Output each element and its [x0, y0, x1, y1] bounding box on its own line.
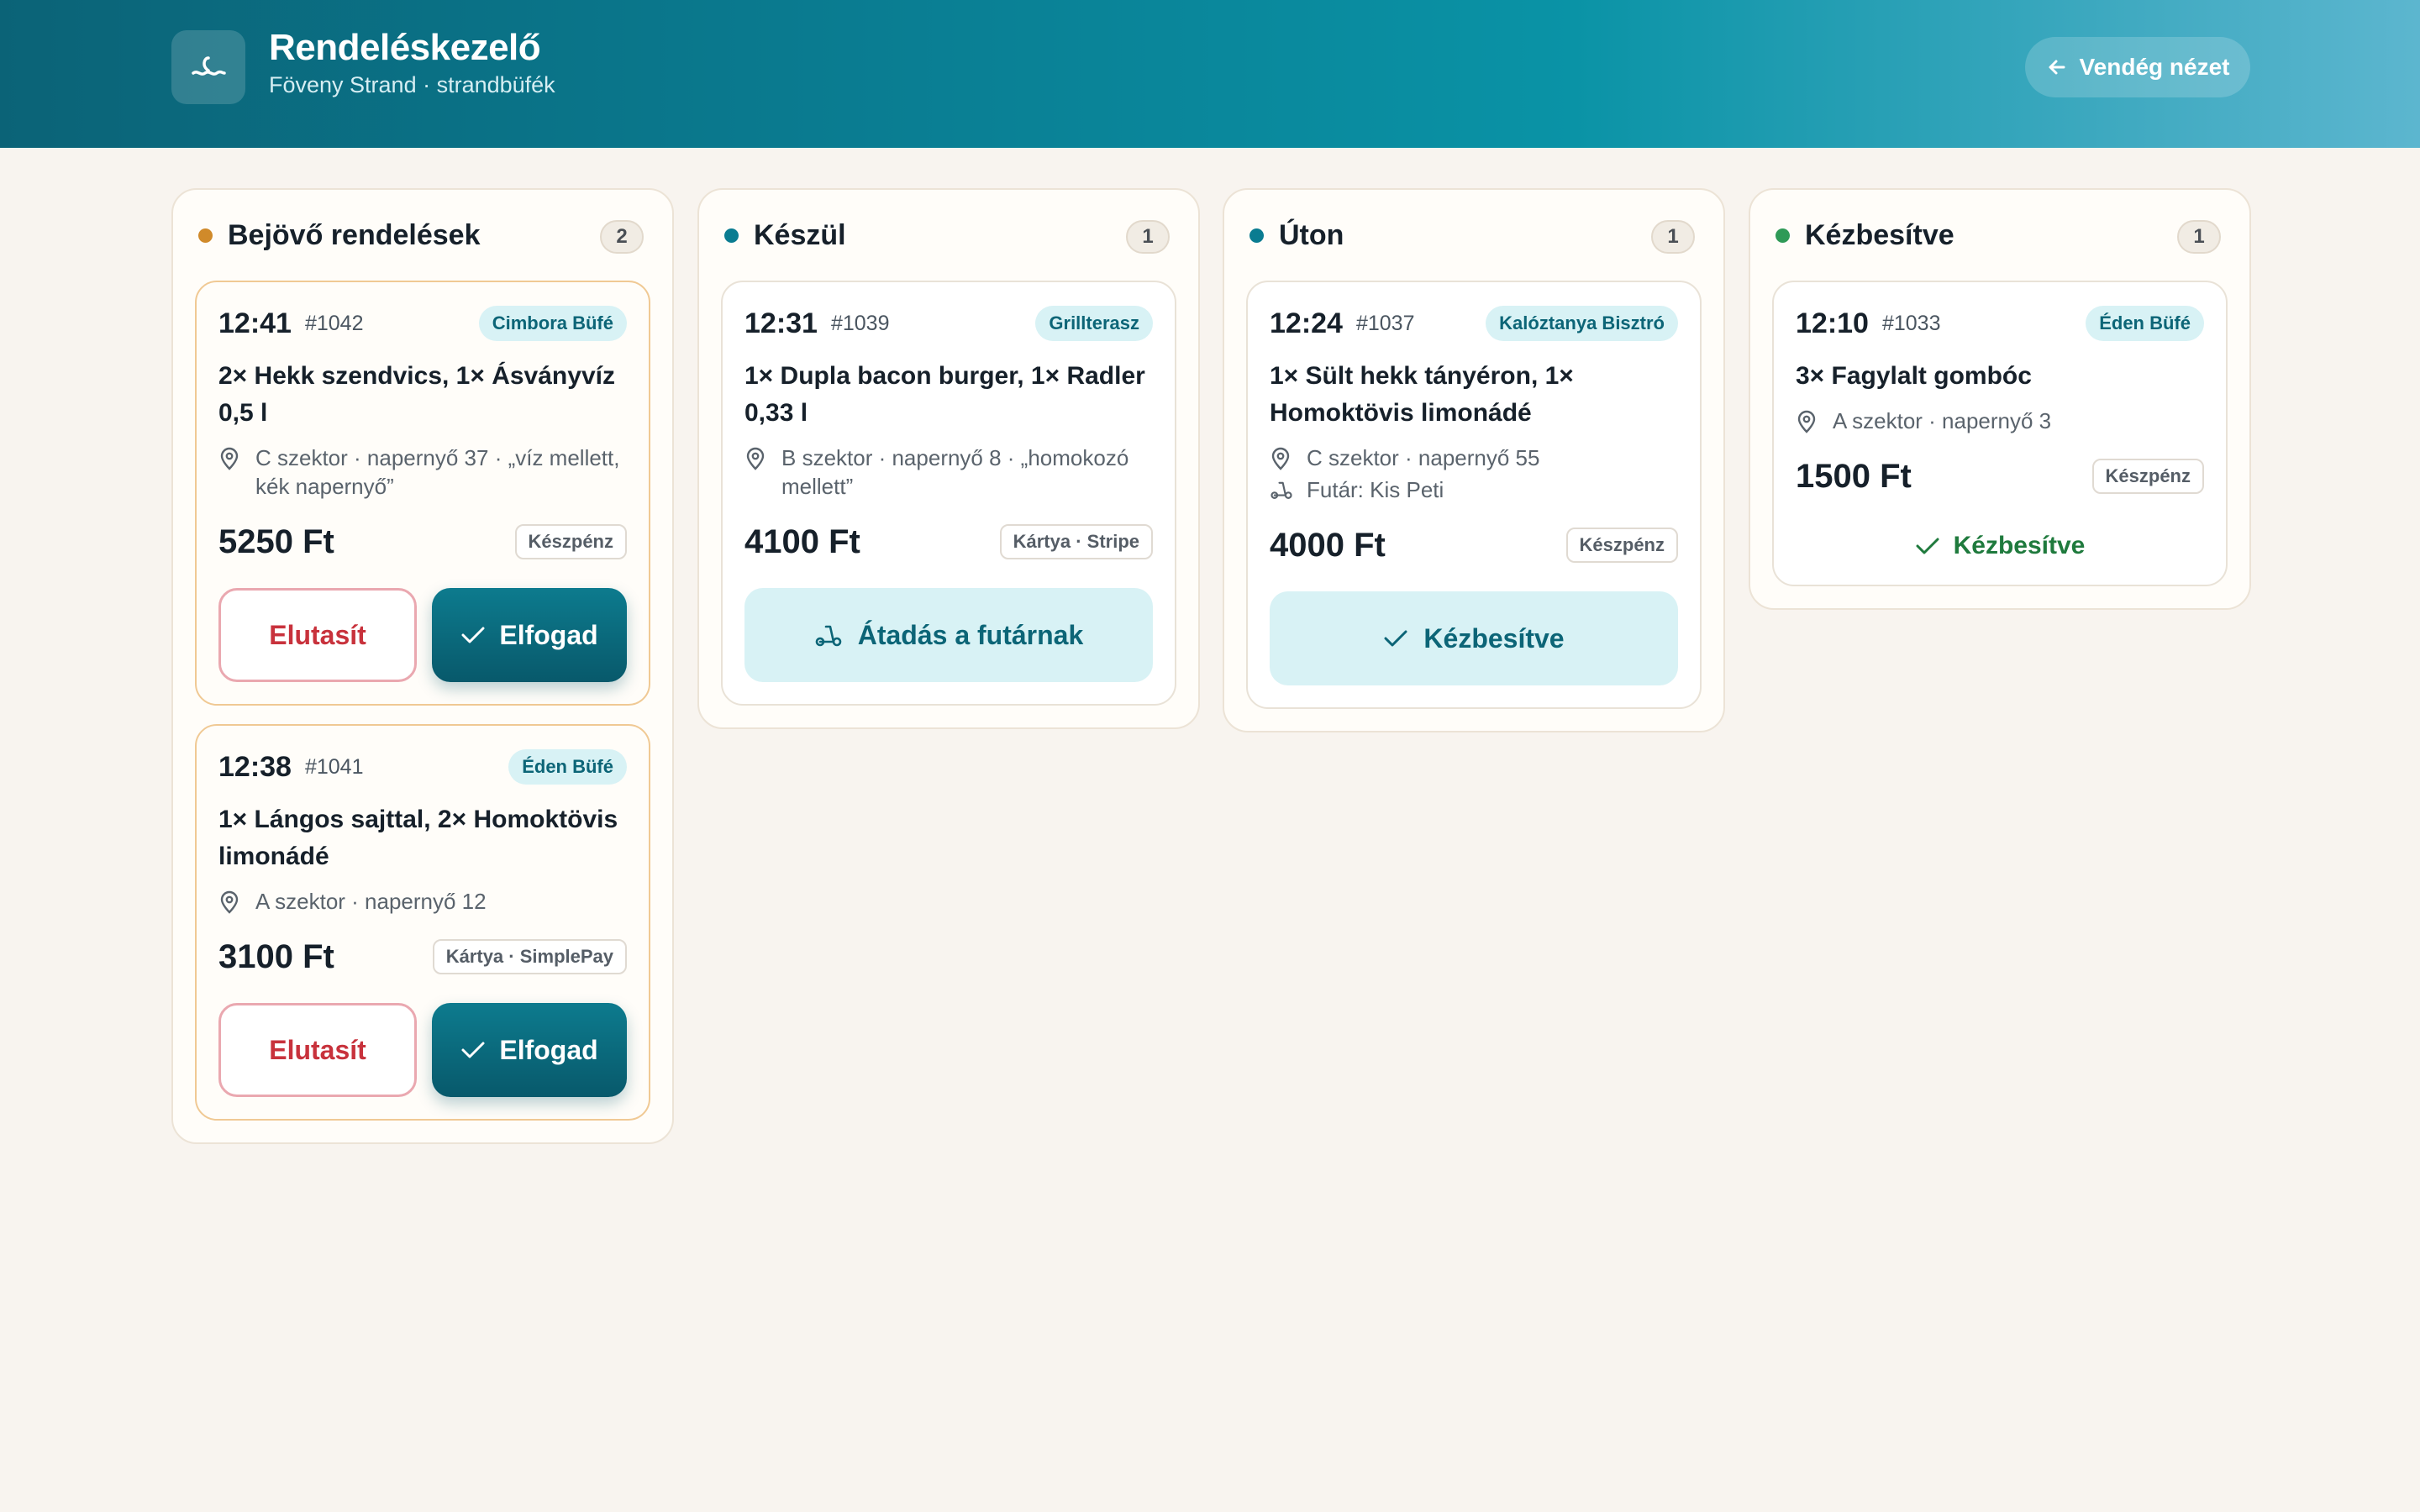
order-location: A szektor · napernyő 12 — [255, 889, 487, 914]
handover-to-courier-button[interactable]: Átadás a futárnak — [744, 588, 1153, 682]
order-time: 12:24 — [1270, 307, 1343, 339]
check-icon — [1383, 628, 1408, 648]
location-pin-icon — [1270, 444, 1307, 470]
order-number: #1042 — [304, 311, 364, 335]
column-header: Kézbesítve 1 — [1772, 190, 2228, 281]
order-price: 3100 Ft — [218, 937, 334, 975]
status-dot — [1249, 228, 1264, 243]
location-pin-icon — [1796, 407, 1833, 433]
order-card: 12:41 #1042 Cimbora Büfé 2× Hekk szendvi… — [195, 281, 650, 706]
order-location: C szektor · napernyő 55 — [1307, 445, 1540, 470]
order-items: 1× Sült hekk tányéron, 1× Homoktövis lim… — [1270, 362, 1574, 427]
status-dot — [724, 228, 739, 243]
payment-method-badge: Készpénz — [1565, 528, 1678, 563]
column-title: Úton — [1279, 218, 1344, 251]
column-en-route: Úton 1 12:24 #1037 Kalóztanya Bisztró 1×… — [1223, 188, 1725, 732]
status-dot — [198, 228, 213, 243]
payment-method-badge: Készpénz — [2091, 459, 2204, 494]
order-price: 4000 Ft — [1270, 526, 1386, 564]
order-number: #1041 — [304, 754, 364, 779]
guest-view-button[interactable]: Vendég nézet — [2025, 37, 2250, 97]
payment-method-badge: Kártya · SimplePay — [432, 939, 627, 974]
column-delivered: Kézbesítve 1 12:10 #1033 Éden Büfé 3× Fa… — [1749, 188, 2251, 610]
reject-button[interactable]: Elutasít — [218, 588, 418, 682]
column-count-badge: 1 — [2177, 220, 2221, 254]
delivered-status: Kézbesítve — [1796, 529, 2204, 563]
column-incoming: Bejövő rendelések 2 12:41 #1042 Cimbora … — [171, 188, 674, 1144]
column-title: Bejövő rendelések — [228, 218, 481, 251]
order-card: 12:10 #1033 Éden Büfé 3× Fagylalt gombóc… — [1772, 281, 2228, 586]
delivered-status-label: Kézbesítve — [1953, 532, 2086, 559]
location-pin-icon — [218, 444, 255, 470]
order-card: 12:38 #1041 Éden Büfé 1× Lángos sajttal,… — [195, 724, 650, 1121]
location-pin-icon — [218, 887, 255, 914]
venue-badge: Éden Büfé — [508, 749, 627, 785]
order-location: C szektor · napernyő 37 · „víz mellett, … — [255, 445, 620, 499]
order-time: 12:31 — [744, 307, 818, 339]
accept-label: Elfogad — [499, 1034, 598, 1065]
wave-logo-icon — [171, 30, 245, 104]
check-icon — [460, 1040, 486, 1060]
reject-label: Elutasít — [269, 1034, 366, 1065]
accept-button[interactable]: Elfogad — [432, 588, 627, 682]
order-price: 1500 Ft — [1796, 457, 1912, 495]
order-card: 12:24 #1037 Kalóztanya Bisztró 1× Sült h… — [1246, 281, 1702, 709]
scooter-icon — [814, 622, 843, 648]
check-icon — [460, 625, 486, 645]
order-time: 12:41 — [218, 307, 292, 339]
venue-badge: Éden Büfé — [2086, 306, 2204, 341]
check-icon — [1915, 536, 1940, 556]
guest-view-label: Vendég nézet — [2079, 54, 2230, 80]
order-location: A szektor · napernyő 3 — [1833, 408, 2052, 433]
column-header: Bejövő rendelések 2 — [195, 190, 650, 281]
courier-name: Futár: Kis Peti — [1307, 477, 1444, 502]
app-title: Rendeléskezelő — [269, 27, 541, 68]
accept-label: Elfogad — [499, 619, 598, 650]
order-price: 4100 Ft — [744, 522, 860, 560]
column-count-badge: 1 — [1651, 220, 1695, 254]
column-title: Kézbesítve — [1805, 218, 1954, 251]
column-title: Készül — [754, 218, 846, 251]
handover-label: Átadás a futárnak — [857, 619, 1084, 650]
payment-method-badge: Kártya · Stripe — [999, 524, 1153, 559]
column-header: Úton 1 — [1246, 190, 1702, 281]
column-count-badge: 2 — [600, 220, 644, 254]
scooter-icon — [1270, 475, 1307, 501]
location-pin-icon — [744, 444, 781, 470]
payment-method-badge: Készpénz — [514, 524, 627, 559]
order-location: B szektor · napernyő 8 · „homokozó melle… — [781, 445, 1129, 499]
app-subtitle: Föveny Strand · strandbüfék — [269, 72, 555, 97]
accept-button[interactable]: Elfogad — [432, 1003, 627, 1097]
order-number: #1033 — [1881, 311, 1941, 335]
venue-badge: Grillterasz — [1035, 306, 1153, 341]
order-price: 5250 Ft — [218, 522, 334, 560]
status-dot — [1776, 228, 1790, 243]
column-count-badge: 1 — [1126, 220, 1170, 254]
mark-delivered-button[interactable]: Kézbesítve — [1270, 591, 1678, 685]
header-wave — [0, 126, 2420, 147]
order-number: #1039 — [830, 311, 890, 335]
arrow-left-icon — [2046, 56, 2068, 78]
order-items: 1× Dupla bacon burger, 1× Radler 0,33 l — [744, 362, 1145, 427]
mark-delivered-label: Kézbesítve — [1423, 622, 1565, 654]
order-card: 12:31 #1039 Grillterasz 1× Dupla bacon b… — [721, 281, 1176, 706]
venue-badge: Kalóztanya Bisztró — [1486, 306, 1678, 341]
order-number: #1037 — [1355, 311, 1415, 335]
order-items: 1× Lángos sajttal, 2× Homoktövis limonád… — [218, 806, 618, 870]
reject-button[interactable]: Elutasít — [218, 1003, 418, 1097]
column-preparing: Készül 1 12:31 #1039 Grillterasz 1× Dupl… — [697, 188, 1200, 729]
order-items: 2× Hekk szendvics, 1× Ásványvíz 0,5 l — [218, 362, 615, 427]
order-items: 3× Fagylalt gombóc — [1796, 362, 2032, 390]
reject-label: Elutasít — [269, 619, 366, 650]
order-time: 12:10 — [1796, 307, 1869, 339]
order-time: 12:38 — [218, 750, 292, 783]
venue-badge: Cimbora Büfé — [478, 306, 627, 341]
column-header: Készül 1 — [721, 190, 1176, 281]
